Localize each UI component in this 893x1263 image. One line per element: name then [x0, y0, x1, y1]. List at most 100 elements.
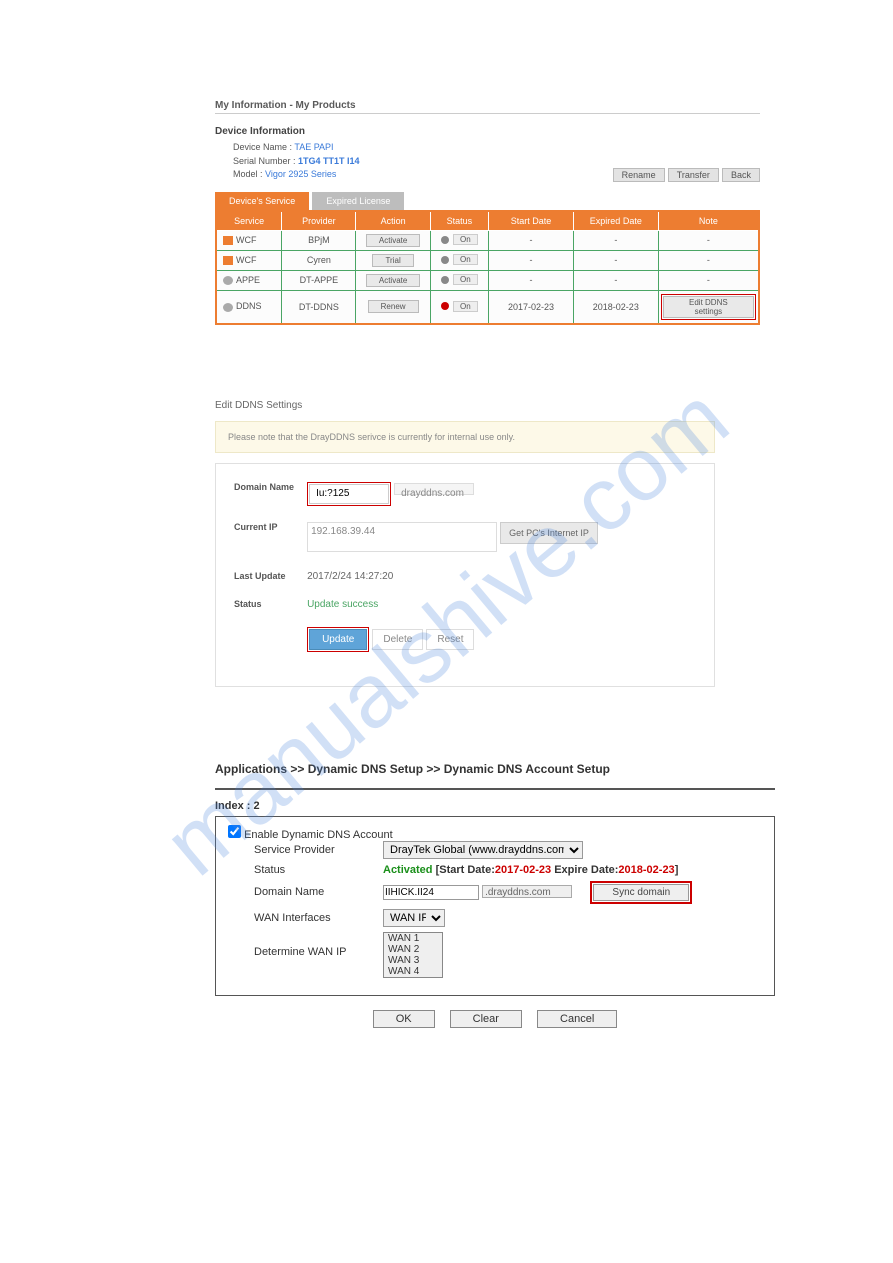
- page-title: My Information - My Products: [215, 100, 760, 114]
- start-date: -: [489, 270, 574, 290]
- index-label: Index : 2: [215, 800, 775, 812]
- domain-name-label: Domain Name: [228, 886, 383, 898]
- transfer-button[interactable]: Transfer: [668, 168, 719, 182]
- exp-date: -: [573, 270, 658, 290]
- service-name: APPE: [236, 275, 260, 285]
- toggle[interactable]: On: [453, 254, 478, 265]
- provider: DT-DDNS: [282, 290, 356, 324]
- toggle[interactable]: On: [453, 301, 478, 312]
- domain-suffix: .drayddns.com: [482, 885, 572, 898]
- service-name: WCF: [236, 255, 257, 265]
- status-label: Status: [234, 599, 304, 609]
- th-note: Note: [658, 211, 759, 231]
- ddns-panel: Domain Name drayddns.com Current IP 192.…: [215, 463, 715, 687]
- status-value: Update success: [307, 599, 378, 610]
- provider: BPjM: [282, 230, 356, 250]
- reset-button[interactable]: Reset: [426, 629, 474, 650]
- service-name: WCF: [236, 235, 257, 245]
- model-label: Model :: [233, 169, 263, 179]
- provider: DT-APPE: [282, 270, 356, 290]
- renew-button[interactable]: Renew: [368, 300, 419, 313]
- note: -: [658, 230, 759, 250]
- th-expired: Expired Date: [573, 211, 658, 231]
- edit-ddns-button[interactable]: Edit DDNS settings: [663, 296, 754, 318]
- sync-domain-button[interactable]: Sync domain: [593, 884, 689, 901]
- activate-button[interactable]: Activate: [366, 274, 420, 287]
- toggle-dot-icon: [441, 276, 449, 284]
- table-row: WCF BPjM Activate On - - -: [216, 230, 759, 250]
- device-name-value[interactable]: TAE PAPI: [294, 142, 333, 152]
- update-button[interactable]: Update: [309, 629, 367, 650]
- th-start: Start Date: [489, 211, 574, 231]
- table-row: WCF Cyren Trial On - - -: [216, 250, 759, 270]
- list-item[interactable]: WAN 1: [384, 933, 442, 944]
- current-ip-label: Current IP: [234, 522, 304, 532]
- device-info-title: Device Information: [215, 126, 760, 137]
- toggle-dot-icon: [441, 302, 449, 310]
- th-provider: Provider: [282, 211, 356, 231]
- list-item[interactable]: WAN 2: [384, 944, 442, 955]
- edit-ddns-title: Edit DDNS Settings: [215, 400, 715, 411]
- back-button[interactable]: Back: [722, 168, 760, 182]
- th-status: Status: [430, 211, 488, 231]
- ddns-account-panel: Enable Dynamic DNS Account Service Provi…: [215, 816, 775, 996]
- clear-button[interactable]: Clear: [450, 1010, 522, 1028]
- delete-button[interactable]: Delete: [372, 629, 423, 650]
- domain-name-input[interactable]: [309, 484, 389, 504]
- serial-value[interactable]: 1TG4 TT1T I14: [298, 156, 360, 166]
- service-icon: [223, 276, 233, 285]
- get-pc-ip-button[interactable]: Get PC's Internet IP: [500, 522, 598, 544]
- exp-date: -: [573, 250, 658, 270]
- list-item[interactable]: WAN 4: [384, 966, 442, 977]
- toggle[interactable]: On: [453, 274, 478, 285]
- th-action: Action: [356, 211, 430, 231]
- service-name: DDNS: [236, 301, 262, 311]
- domain-suffix: drayddns.com: [394, 483, 474, 495]
- tab-expired-license[interactable]: Expired License: [312, 192, 404, 210]
- note-bar: Please note that the DrayDDNS serivce is…: [215, 421, 715, 453]
- service-icon: [223, 256, 233, 265]
- cancel-button[interactable]: Cancel: [537, 1010, 617, 1028]
- domain-name-input[interactable]: [383, 885, 479, 900]
- start-date: 2017-02-23: [489, 290, 574, 324]
- wan-interfaces-label: WAN Interfaces: [228, 912, 383, 924]
- activate-button[interactable]: Activate: [366, 234, 420, 247]
- model-value[interactable]: Vigor 2925 Series: [265, 169, 336, 179]
- service-provider-label: Service Provider: [228, 844, 383, 856]
- service-icon: [223, 236, 233, 245]
- serial-label: Serial Number :: [233, 156, 296, 166]
- th-service: Service: [216, 211, 282, 231]
- start-date: -: [489, 230, 574, 250]
- wan-list[interactable]: WAN 1 WAN 2 WAN 3 WAN 4: [383, 932, 443, 978]
- toggle[interactable]: On: [453, 234, 478, 245]
- exp-date: 2018-02-23: [573, 290, 658, 324]
- table-row: DDNS DT-DDNS Renew On 2017-02-23 2018-02…: [216, 290, 759, 324]
- provider: Cyren: [282, 250, 356, 270]
- service-table: Service Provider Action Status Start Dat…: [215, 210, 760, 325]
- rename-button[interactable]: Rename: [613, 168, 665, 182]
- determine-wan-ip-label: Determine WAN IP: [228, 932, 383, 958]
- status-label: Status: [228, 864, 383, 876]
- domain-name-label: Domain Name: [234, 482, 304, 492]
- list-item[interactable]: WAN 3: [384, 955, 442, 966]
- tab-device-service[interactable]: Device's Service: [215, 192, 309, 210]
- ok-button[interactable]: OK: [373, 1010, 435, 1028]
- enable-ddns-checkbox[interactable]: [228, 825, 241, 838]
- start-date: -: [489, 250, 574, 270]
- current-ip-input[interactable]: 192.168.39.44: [307, 522, 497, 552]
- device-name-label: Device Name :: [233, 142, 292, 152]
- last-update-value: 2017/2/24 14:27:20: [307, 571, 393, 582]
- last-update-label: Last Update: [234, 571, 304, 581]
- wan-interfaces-select[interactable]: WAN IP: [383, 909, 445, 927]
- service-provider-select[interactable]: DrayTek Global (www.drayddns.com): [383, 841, 583, 859]
- table-row: APPE DT-APPE Activate On - - -: [216, 270, 759, 290]
- trial-button[interactable]: Trial: [372, 254, 413, 267]
- note: -: [658, 270, 759, 290]
- toggle-dot-icon: [441, 256, 449, 264]
- toggle-dot-icon: [441, 236, 449, 244]
- service-icon: [223, 303, 233, 312]
- enable-ddns-label: Enable Dynamic DNS Account: [244, 829, 393, 841]
- note: -: [658, 250, 759, 270]
- exp-date: -: [573, 230, 658, 250]
- divider: [215, 788, 775, 790]
